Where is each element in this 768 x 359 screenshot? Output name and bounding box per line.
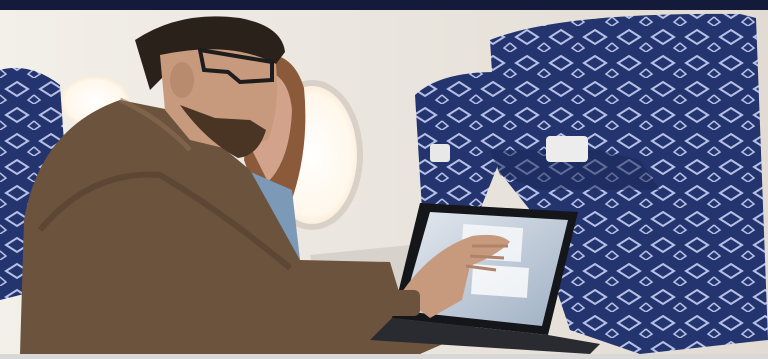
top-strip-overlay: [0, 0, 768, 10]
jacket-cuff: [380, 290, 420, 316]
tray-latch-left: [430, 144, 450, 162]
man-ear: [170, 62, 194, 98]
photo-illustration: [0, 10, 768, 354]
bottom-strip: [0, 354, 768, 359]
middle-seat: [415, 72, 498, 210]
tray-latch-right: [546, 136, 588, 162]
photo-scene: [0, 0, 768, 359]
